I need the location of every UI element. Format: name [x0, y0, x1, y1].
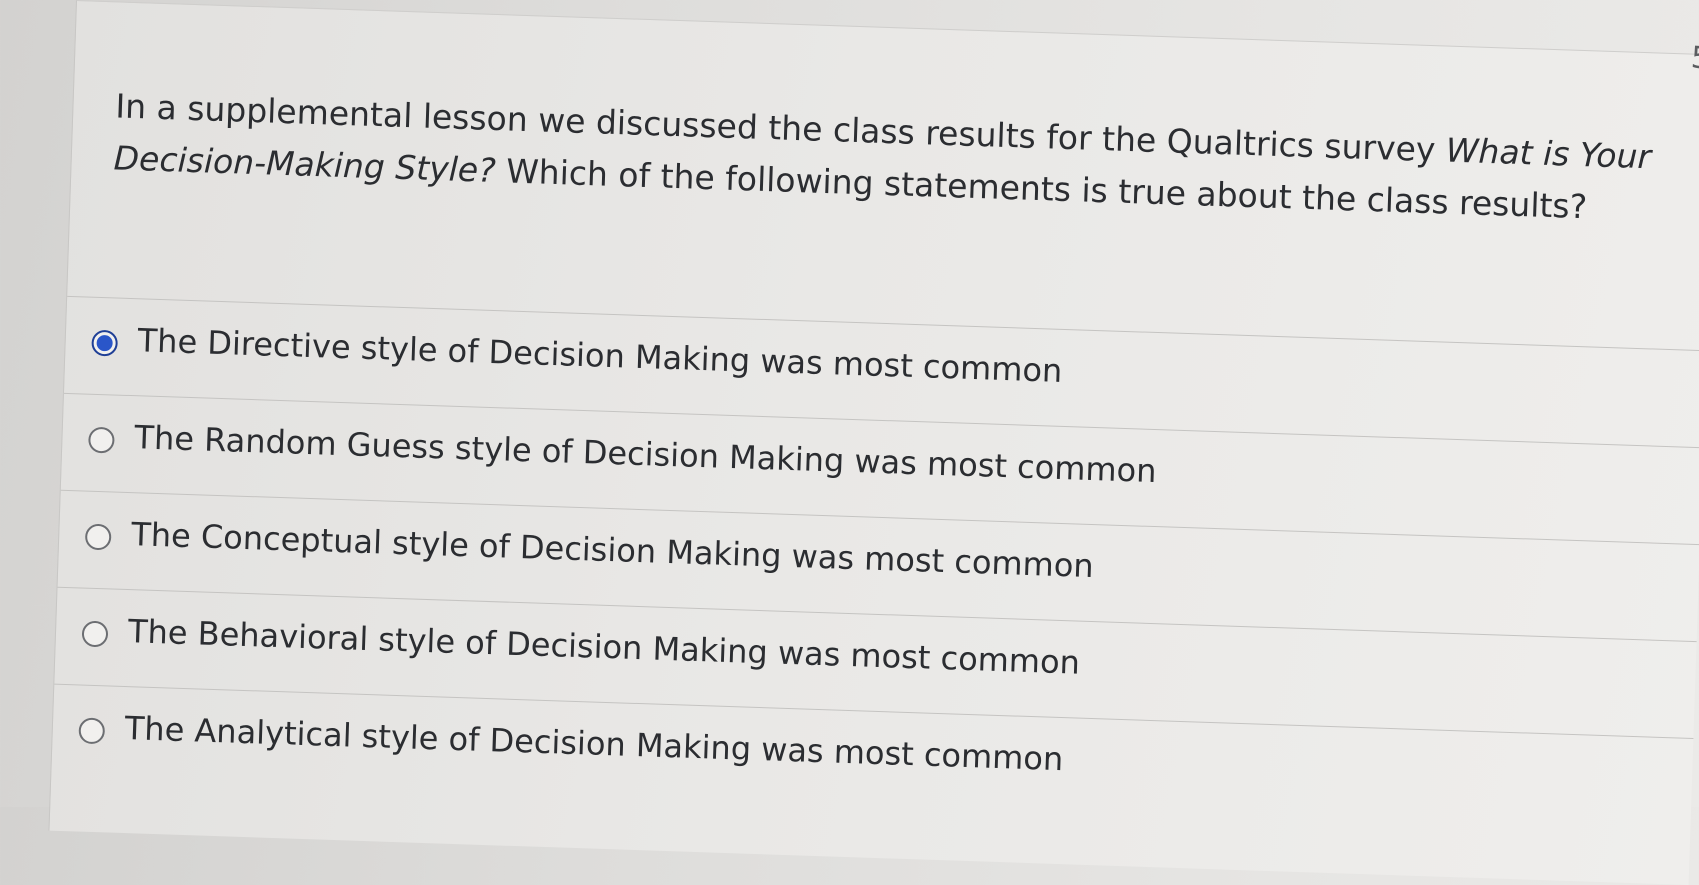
answer-options: The Directive style of Decision Making w…: [51, 295, 1699, 835]
radio-button[interactable]: [81, 620, 109, 648]
option-label: The Conceptual style of Decision Making …: [130, 515, 1095, 586]
radio-button-selected[interactable]: [91, 329, 119, 357]
radio-button[interactable]: [84, 523, 112, 551]
option-label: The Random Guess style of Decision Makin…: [133, 418, 1158, 491]
option-label: The Directive style of Decision Making w…: [137, 321, 1063, 390]
radio-button[interactable]: [87, 426, 115, 454]
question-card: 5 In a supplemental lesson we discussed …: [48, 0, 1699, 885]
option-label: The Analytical style of Decision Making …: [124, 709, 1064, 779]
question-text: In a supplemental lesson we discussed th…: [113, 80, 1699, 237]
page-number: 5: [1689, 40, 1699, 77]
option-label: The Behavioral style of Decision Making …: [127, 612, 1081, 682]
radio-button[interactable]: [78, 717, 106, 745]
